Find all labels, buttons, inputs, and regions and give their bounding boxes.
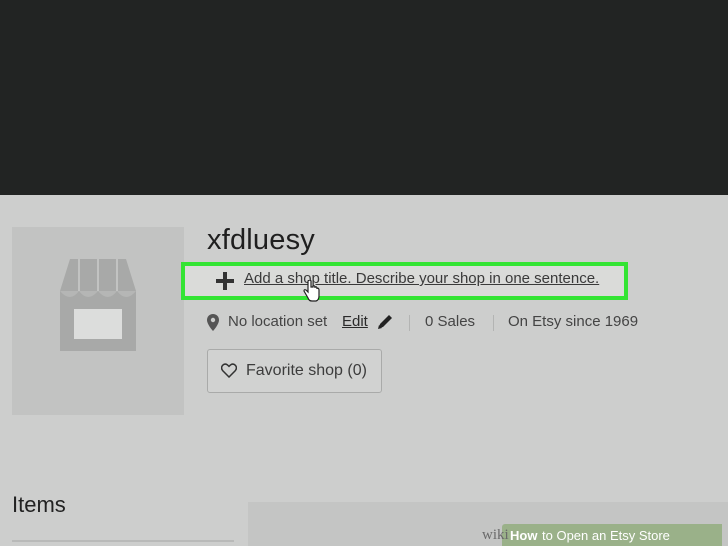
hand-cursor-icon — [303, 280, 320, 302]
sales-count: 0 Sales — [425, 313, 476, 330]
watermark-how: How — [510, 528, 538, 543]
divider — [409, 315, 410, 331]
plus-icon[interactable] — [216, 272, 234, 290]
add-shop-title-link[interactable]: Add a shop title. Describe your shop in … — [244, 270, 599, 287]
shop-icon-placeholder[interactable] — [12, 227, 184, 415]
shop-title-highlight: Add a shop title. Describe your shop in … — [181, 262, 628, 302]
shop-name: xfdluesy — [207, 224, 315, 256]
pencil-icon[interactable] — [377, 313, 394, 330]
location-pin-icon — [207, 314, 219, 331]
divider — [493, 315, 494, 331]
watermark-wiki: wiki — [482, 527, 509, 543]
items-divider — [12, 540, 234, 542]
member-since: On Etsy since 1969 — [508, 313, 639, 330]
heart-icon — [221, 363, 237, 378]
watermark-title: to Open an Etsy Store — [542, 528, 670, 543]
favorite-shop-button[interactable]: Favorite shop (0) — [207, 349, 382, 393]
top-banner — [0, 0, 728, 195]
storefront-icon — [60, 259, 136, 351]
wikihow-watermark: wiki How to Open an Etsy Store — [482, 524, 722, 546]
items-heading: Items — [12, 492, 66, 517]
favorite-shop-label: Favorite shop (0) — [246, 362, 367, 379]
location-text: No location set — [228, 313, 328, 330]
edit-location-link[interactable]: Edit — [342, 313, 368, 330]
